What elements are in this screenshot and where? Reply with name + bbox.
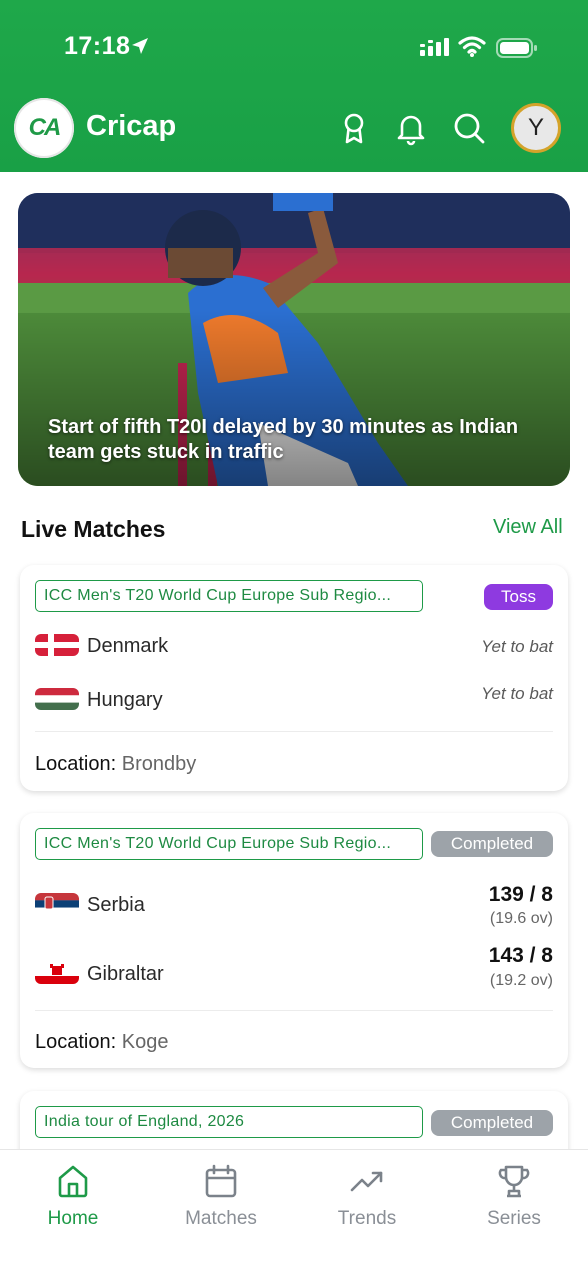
team-overs: (19.6 ov) <box>489 910 553 927</box>
hungary-flag-icon <box>35 688 79 710</box>
status-badge: Toss <box>484 584 553 610</box>
news-hero-card[interactable]: Start of fifth T20I delayed by 30 minute… <box>18 193 570 486</box>
gibraltar-flag-icon <box>35 962 79 984</box>
nav-label: Trends <box>337 1208 397 1229</box>
nav-item-home[interactable]: Home <box>13 1164 133 1230</box>
bottom-navigation: Home Matches Trends Series <box>0 1149 588 1280</box>
battery-icon <box>496 38 537 58</box>
nav-label: Matches <box>185 1208 257 1229</box>
app-header: 17:18 CA Cricap Y <box>0 0 588 172</box>
denmark-flag-icon <box>35 634 79 656</box>
divider <box>35 1010 553 1011</box>
wifi-icon <box>458 36 486 57</box>
app-logo[interactable]: CA <box>14 98 74 158</box>
bell-icon[interactable] <box>393 110 429 146</box>
home-icon <box>58 1165 88 1198</box>
team-status: Yet to bat <box>481 684 553 703</box>
search-icon[interactable] <box>451 110 487 146</box>
team-row: Denmark Yet to bat <box>35 625 553 665</box>
hero-caption: Start of fifth T20I delayed by 30 minute… <box>48 416 519 463</box>
nav-item-series[interactable]: Series <box>454 1164 574 1230</box>
location-value: Brondby <box>121 753 197 775</box>
team-name: Denmark <box>87 635 169 657</box>
team-name: Serbia <box>87 894 145 916</box>
trophy-icon <box>498 1165 530 1198</box>
divider <box>35 731 553 732</box>
avatar[interactable]: Y <box>511 103 561 153</box>
logo-text: CA <box>28 114 62 141</box>
status-badge: Completed <box>431 1110 553 1136</box>
view-all-link[interactable]: View All <box>493 516 563 539</box>
team-row: Gibraltar 143 / 8 (19.2 ov) <box>35 943 553 997</box>
match-card[interactable]: ICC Men's T20 World Cup Europe Sub Regio… <box>20 813 568 1068</box>
team-name: Gibraltar <box>87 963 164 985</box>
match-card[interactable]: ICC Men's T20 World Cup Europe Sub Regio… <box>20 565 568 791</box>
team-status: Yet to bat <box>481 637 553 656</box>
section-title-live-matches: Live Matches <box>21 516 166 542</box>
match-location: Location: Brondby <box>35 753 196 776</box>
location-arrow-icon <box>132 38 148 54</box>
nav-item-matches[interactable]: Matches <box>161 1164 281 1230</box>
nav-label: Series <box>487 1208 541 1229</box>
award-icon[interactable] <box>336 110 372 146</box>
match-location: Location: Koge <box>35 1031 168 1054</box>
nav-label: Home <box>47 1208 99 1229</box>
team-row: Serbia 139 / 8 (19.6 ov) <box>35 881 553 935</box>
calendar-icon <box>205 1164 237 1198</box>
location-label: Location: <box>35 1031 117 1053</box>
team-score: 143 / 8 <box>488 944 553 967</box>
status-badge: Completed <box>431 831 553 857</box>
app-title: Cricap <box>86 110 177 142</box>
avatar-letter: Y <box>527 114 544 141</box>
cellular-signal-icon <box>420 38 449 56</box>
location-label: Location: <box>35 753 117 775</box>
tournament-tag: ICC Men's T20 World Cup Europe Sub Regio… <box>35 580 423 612</box>
top-bar: CA Cricap Y <box>0 96 588 160</box>
location-value: Koge <box>121 1031 169 1053</box>
team-score: 139 / 8 <box>488 883 553 906</box>
trending-up-icon <box>350 1171 383 1192</box>
team-row: Hungary Yet to bat <box>35 679 553 719</box>
tournament-tag: ICC Men's T20 World Cup Europe Sub Regio… <box>35 828 423 860</box>
status-time: 17:18 <box>64 32 131 60</box>
nav-item-trends[interactable]: Trends <box>307 1164 427 1230</box>
team-name: Hungary <box>87 689 163 711</box>
serbia-flag-icon <box>35 893 79 915</box>
team-overs: (19.2 ov) <box>489 972 553 989</box>
tournament-tag: India tour of England, 2026 <box>35 1106 423 1138</box>
status-bar: 17:18 <box>0 30 588 66</box>
